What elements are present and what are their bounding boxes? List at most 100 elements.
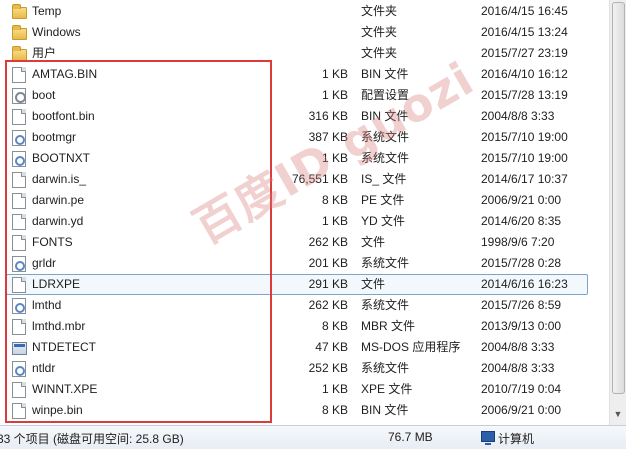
file-row[interactable]: boot 1 KB 配置设置 2015/7/28 13:19 <box>0 85 609 106</box>
file-name: bootmgr <box>32 130 77 144</box>
file-date: 2016/4/10 16:12 <box>481 67 568 81</box>
file-size: 8 KB <box>321 319 348 333</box>
vertical-scrollbar[interactable]: ▼ <box>609 0 626 425</box>
file-icon <box>12 214 26 230</box>
file-type: 配置设置 <box>361 88 410 102</box>
file-type: BIN 文件 <box>361 109 409 123</box>
file-date: 2016/4/15 13:24 <box>481 25 568 39</box>
file-row[interactable]: grldr 201 KB 系统文件 2015/7/28 0:28 <box>0 253 609 274</box>
folder-row[interactable]: 用户 文件夹 2015/7/27 23:19 <box>0 43 609 64</box>
file-type: 文件夹 <box>361 46 398 60</box>
file-row[interactable]: bootfont.bin 316 KB BIN 文件 2004/8/8 3:33 <box>0 106 609 127</box>
file-type: XPE 文件 <box>361 382 413 396</box>
file-type: BIN 文件 <box>361 403 409 417</box>
file-icon <box>12 235 26 251</box>
system-file-icon <box>12 361 26 377</box>
file-size: 1 KB <box>321 214 348 228</box>
file-row[interactable]: AMTAG.BIN 1 KB BIN 文件 2016/4/10 16:12 <box>0 64 609 85</box>
file-size: 8 KB <box>321 403 348 417</box>
file-date: 2014/6/20 8:35 <box>481 214 562 228</box>
file-type: PE 文件 <box>361 193 405 207</box>
file-name: grldr <box>32 256 57 270</box>
computer-icon <box>481 431 495 445</box>
file-size: 387 KB <box>308 130 348 144</box>
file-date: 2016/4/15 16:45 <box>481 4 568 18</box>
folder-row[interactable]: Temp 文件夹 2016/4/15 16:45 <box>0 1 609 22</box>
file-date: 2004/8/8 3:33 <box>481 109 555 123</box>
file-date: 2015/7/28 0:28 <box>481 256 562 270</box>
file-name: lmthd <box>32 298 62 312</box>
file-row[interactable]: WINNT.XPE 1 KB XPE 文件 2010/7/19 0:04 <box>0 379 609 400</box>
file-size: 262 KB <box>308 235 348 249</box>
status-bar: 33 个项目 (磁盘可用空间: 25.8 GB) 76.7 MB 计算机 <box>0 425 626 449</box>
file-name: LDRXPE <box>32 277 81 291</box>
file-date: 2013/9/13 0:00 <box>481 319 562 333</box>
system-file-icon <box>12 256 26 272</box>
file-icon <box>12 109 26 125</box>
file-type: MS-DOS 应用程序 <box>361 340 461 354</box>
file-date: 2015/7/27 23:19 <box>481 46 568 60</box>
file-icon <box>12 67 26 83</box>
folder-icon <box>12 25 27 40</box>
file-row[interactable]: ntldr 252 KB 系统文件 2004/8/8 3:33 <box>0 358 609 379</box>
file-row[interactable]: NTDETECT 47 KB MS-DOS 应用程序 2004/8/8 3:33 <box>0 337 609 358</box>
file-size: 262 KB <box>308 298 348 312</box>
file-name: 用户 <box>32 46 57 60</box>
file-name: BOOTNXT <box>32 151 91 165</box>
folder-icon <box>12 4 27 19</box>
file-name: AMTAG.BIN <box>32 67 98 81</box>
file-type: 系统文件 <box>361 151 410 165</box>
file-type: 系统文件 <box>361 130 410 144</box>
file-name: ntldr <box>32 361 56 375</box>
file-size: 8 KB <box>321 193 348 207</box>
file-date: 2006/9/21 0:00 <box>481 403 562 417</box>
file-type: 文件 <box>361 277 386 291</box>
status-location: 计算机 <box>498 432 535 446</box>
file-type: 文件夹 <box>361 25 398 39</box>
file-type: 系统文件 <box>361 298 410 312</box>
file-size: 76,551 KB <box>291 172 348 186</box>
file-name: darwin.pe <box>32 193 85 207</box>
file-icon <box>12 172 26 188</box>
scrollbar-thumb[interactable] <box>612 2 625 394</box>
file-name: darwin.is_ <box>32 172 87 186</box>
file-icon <box>12 193 26 209</box>
scroll-down-arrow-icon[interactable]: ▼ <box>610 404 626 424</box>
file-type: BIN 文件 <box>361 67 409 81</box>
file-size: 291 KB <box>308 277 348 291</box>
file-row[interactable]: darwin.is_ 76,551 KB IS_ 文件 2014/6/17 10:37 <box>0 169 609 190</box>
file-name: FONTS <box>32 235 73 249</box>
system-file-icon <box>12 151 26 167</box>
file-date: 2004/8/8 3:33 <box>481 361 555 375</box>
file-icon <box>12 403 26 419</box>
file-name: Windows <box>32 25 81 39</box>
file-size: 1 KB <box>321 382 348 396</box>
file-date: 2015/7/28 13:19 <box>481 88 568 102</box>
settings-file-icon <box>12 88 26 104</box>
file-name: bootfont.bin <box>32 109 95 123</box>
file-type: YD 文件 <box>361 214 406 228</box>
folder-icon <box>12 46 27 61</box>
file-name: NTDETECT <box>32 340 96 354</box>
file-date: 2010/7/19 0:04 <box>481 382 562 396</box>
file-row[interactable]: winpe.bin 8 KB BIN 文件 2006/9/21 0:00 <box>0 400 609 421</box>
file-row[interactable]: FONTS 262 KB 文件 1998/9/6 7:20 <box>0 232 609 253</box>
file-type: 系统文件 <box>361 256 410 270</box>
file-row[interactable]: lmthd.mbr 8 KB MBR 文件 2013/9/13 0:00 <box>0 316 609 337</box>
file-row[interactable]: lmthd 262 KB 系统文件 2015/7/26 8:59 <box>0 295 609 316</box>
file-type: 文件 <box>361 235 386 249</box>
file-row[interactable]: bootmgr 387 KB 系统文件 2015/7/10 19:00 <box>0 127 609 148</box>
file-row[interactable]: BOOTNXT 1 KB 系统文件 2015/7/10 19:00 <box>0 148 609 169</box>
status-selection-size: 76.7 MB <box>388 430 433 444</box>
file-name: Temp <box>32 4 62 18</box>
file-date: 2006/9/21 0:00 <box>481 193 562 207</box>
folder-row[interactable]: Windows 文件夹 2016/4/15 13:24 <box>0 22 609 43</box>
file-row[interactable]: darwin.pe 8 KB PE 文件 2006/9/21 0:00 <box>0 190 609 211</box>
file-size: 201 KB <box>308 256 348 270</box>
file-row[interactable]: LDRXPE 291 KB 文件 2014/6/16 16:23 <box>0 274 609 295</box>
file-row[interactable]: darwin.yd 1 KB YD 文件 2014/6/20 8:35 <box>0 211 609 232</box>
file-date: 1998/9/6 7:20 <box>481 235 555 249</box>
system-file-icon <box>12 298 26 314</box>
file-date: 2014/6/16 16:23 <box>481 277 568 291</box>
status-item-count: 33 个项目 (磁盘可用空间: 25.8 GB) <box>0 432 184 446</box>
